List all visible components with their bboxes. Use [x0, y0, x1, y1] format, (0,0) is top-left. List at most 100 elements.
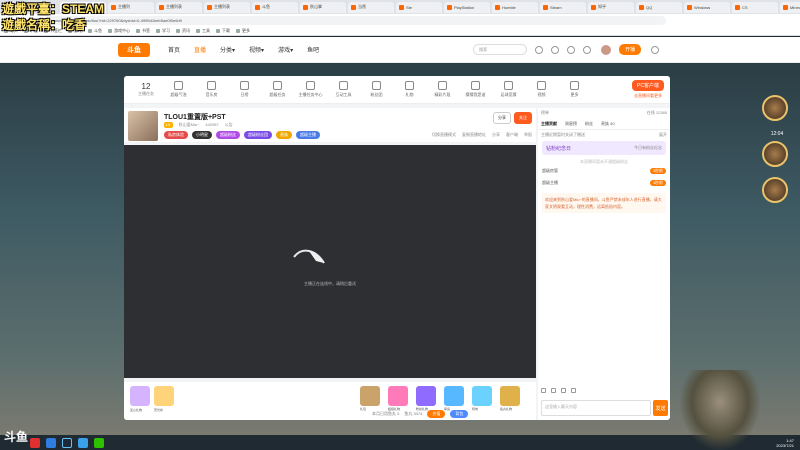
- toolbar-item[interactable]: 礼物: [393, 81, 426, 98]
- gift-item[interactable]: [416, 386, 436, 406]
- browser-tab[interactable]: 斗鱼: [252, 1, 298, 13]
- room-link[interactable]: 客户端: [506, 132, 518, 138]
- tab-contribution[interactable]: 主播贡献: [541, 121, 557, 127]
- bookmark-item[interactable]: 斗鱼: [88, 28, 102, 34]
- taskbar-app-icon[interactable]: [46, 437, 56, 448]
- toolbar-item[interactable]: 主播任务中心: [294, 81, 327, 98]
- activity-badge[interactable]: [762, 141, 788, 167]
- pc-client-button[interactable]: PC客户端 去直播间看更多: [632, 80, 664, 99]
- nav-category[interactable]: 分类▾: [220, 45, 235, 54]
- toolbar-item[interactable]: 日榜: [228, 81, 261, 98]
- bag-icon[interactable]: [561, 388, 566, 393]
- nav-home[interactable]: 首页: [168, 45, 180, 54]
- room-link[interactable]: 切换直播模式: [432, 132, 456, 138]
- browser-tab[interactable]: Windows: [684, 1, 730, 13]
- backpack-button[interactable]: 背包: [450, 410, 469, 418]
- toolbar-item[interactable]: 更多: [558, 81, 591, 98]
- toolbar-item[interactable]: 足球竞猜: [492, 81, 525, 98]
- gift-item[interactable]: [500, 386, 520, 406]
- room-badge[interactable]: 超级粉丝: [216, 131, 240, 139]
- taskbar-wechat-icon[interactable]: [94, 437, 104, 448]
- task-count[interactable]: 12 主播任务: [130, 82, 162, 97]
- activity-badge[interactable]: [762, 177, 788, 203]
- nav-video[interactable]: 视频▾: [249, 45, 264, 54]
- browser-tab[interactable]: 主播列表: [204, 1, 250, 13]
- history-icon[interactable]: [535, 45, 544, 54]
- room-link[interactable]: 分享: [492, 132, 500, 138]
- browser-tab[interactable]: Humble: [492, 1, 538, 13]
- browser-tab[interactable]: 知乎: [588, 1, 634, 13]
- browser-tab[interactable]: 主播列: [108, 1, 154, 13]
- bookmark-item[interactable]: 下载: [216, 28, 230, 34]
- bookmark-item[interactable]: 资讯: [176, 28, 190, 34]
- nav-live[interactable]: 直播: [194, 45, 206, 54]
- bookmark-item[interactable]: 工具: [196, 28, 210, 34]
- browser-tab[interactable]: Ste: [396, 1, 442, 13]
- activity-badge[interactable]: [762, 95, 788, 121]
- nav-game[interactable]: 游戏▾: [278, 45, 293, 54]
- browser-tab[interactable]: 秋山掌: [300, 1, 346, 13]
- message-icon[interactable]: [583, 45, 592, 54]
- settings-icon[interactable]: [571, 388, 576, 393]
- bookmark-item[interactable]: 更多: [236, 28, 250, 34]
- follow-icon[interactable]: [551, 45, 560, 54]
- follow-button[interactable]: 关注: [514, 112, 532, 124]
- tab-nobles[interactable]: 贵族 40: [601, 121, 615, 127]
- browser-tab[interactable]: Minecraft: [780, 1, 800, 13]
- browser-tab[interactable]: CS: [732, 1, 778, 13]
- gift-item[interactable]: [360, 386, 380, 406]
- toolbar-item[interactable]: 精彩片段: [426, 81, 459, 98]
- browser-tab[interactable]: 主播列表: [156, 1, 202, 13]
- toolbar-item[interactable]: 音乐房: [195, 81, 228, 98]
- chat-input[interactable]: 这里输入聊天内容: [541, 400, 651, 416]
- share-button[interactable]: 分享: [493, 112, 511, 124]
- download-icon[interactable]: [567, 45, 576, 54]
- theme-icon[interactable]: [651, 45, 660, 54]
- gift-item[interactable]: [444, 386, 464, 406]
- browser-tab[interactable]: PlayStation: [444, 1, 490, 13]
- toolbar-item[interactable]: 超级气泡: [162, 81, 195, 98]
- taskbar-app-icon[interactable]: [78, 437, 88, 448]
- bookmark-item[interactable]: 书签: [136, 28, 150, 34]
- rank-label[interactable]: 榜单: [541, 110, 549, 116]
- nav-yuba[interactable]: 鱼吧: [307, 45, 319, 54]
- taskbar-steam-icon[interactable]: [62, 437, 72, 448]
- user-avatar[interactable]: [601, 44, 612, 55]
- notice-link[interactable]: 公告: [225, 122, 233, 128]
- bookmark-item[interactable]: 游戏中心: [108, 28, 130, 34]
- emoji-icon[interactable]: [541, 388, 546, 393]
- toolbar-item[interactable]: 互动工具: [327, 81, 360, 98]
- search-input[interactable]: 搜索: [473, 44, 528, 55]
- gift-glowstick[interactable]: [154, 386, 174, 406]
- room-badge[interactable]: 超级主播: [296, 131, 320, 139]
- tab-weekly[interactable]: 周星榜: [565, 121, 577, 127]
- gift-item[interactable]: [472, 386, 492, 406]
- taskbar-app-icon[interactable]: [30, 437, 40, 448]
- streamer-name[interactable]: 秋山爱Miu~: [179, 122, 200, 128]
- url-input[interactable]: www.douyu.com/topic/tlou?rid=229760&dysh…: [46, 15, 666, 25]
- room-badge[interactable]: 超级粉丝团: [244, 131, 272, 139]
- streamer-avatar[interactable]: [128, 111, 158, 141]
- gift-item[interactable]: [388, 386, 408, 406]
- send-button[interactable]: 发送: [653, 400, 668, 416]
- toolbar-item[interactable]: 视频: [525, 81, 558, 98]
- room-link[interactable]: 举报: [524, 132, 532, 138]
- gift-icon[interactable]: [551, 388, 556, 393]
- toolbar-item[interactable]: 粉丝团: [360, 81, 393, 98]
- toolbar-item[interactable]: 超级任务: [261, 81, 294, 98]
- start-stream-button[interactable]: 开播: [619, 44, 642, 55]
- toolbar-item[interactable]: 猜猜我是谁: [459, 81, 492, 98]
- room-badge[interactable]: 小明星: [192, 131, 212, 139]
- video-player[interactable]: 主播正在连线中，请稍后重试: [124, 145, 536, 378]
- room-link[interactable]: 复制直播地址: [462, 132, 486, 138]
- browser-tab[interactable]: QQ: [636, 1, 682, 13]
- room-badge[interactable]: 私房体验: [164, 131, 188, 139]
- douyu-logo[interactable]: 斗鱼: [118, 42, 150, 57]
- browser-tab[interactable]: Steam: [540, 1, 586, 13]
- tab-fans[interactable]: 粉丝: [585, 121, 593, 127]
- bookmark-item[interactable]: 学习: [156, 28, 170, 34]
- gift-heart[interactable]: [130, 386, 150, 406]
- room-badge[interactable]: 贵族: [276, 131, 292, 139]
- anniversary-banner[interactable]: 钻粉纪念日 今日有粉丝纪念: [542, 141, 666, 155]
- notice-expand[interactable]: 展开: [659, 132, 667, 138]
